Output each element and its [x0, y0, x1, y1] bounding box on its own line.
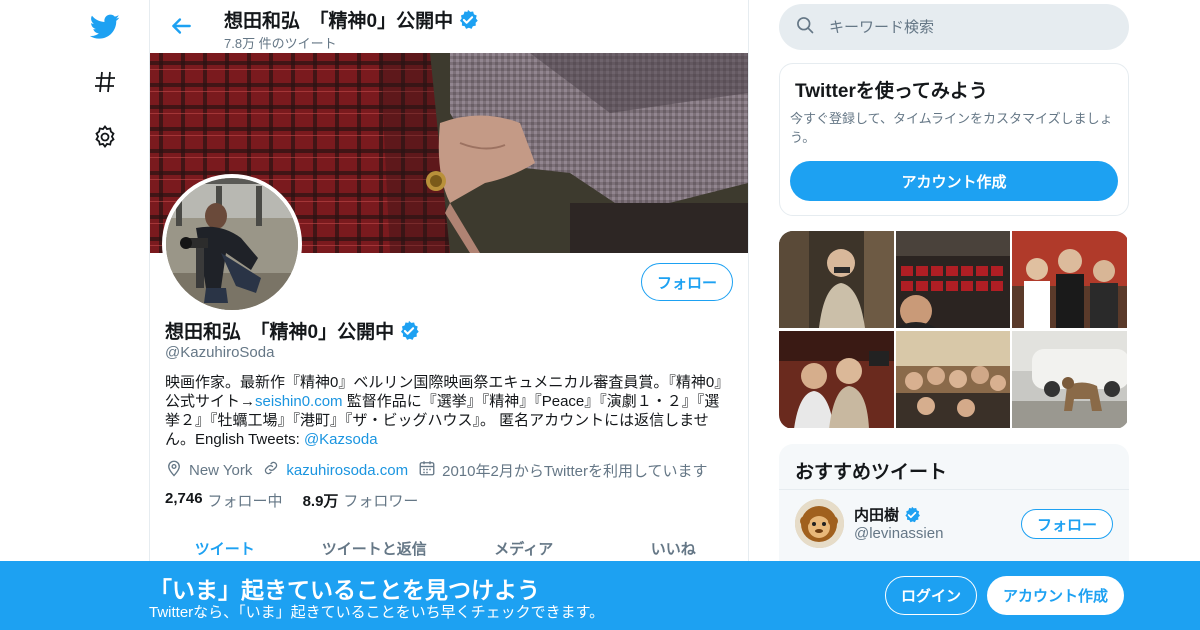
recommended-user-avatar[interactable] [795, 499, 844, 548]
create-account-button[interactable]: アカウント作成 [790, 161, 1118, 201]
tweet-count: 7.8万 件のツイート [224, 36, 337, 51]
recommended-follow-button[interactable]: フォロー [1021, 509, 1113, 539]
bottom-signup-bar: 「いま」起きていることを見つけよう Twitterなら、「いま」起きていることを… [0, 561, 1200, 630]
followers-label[interactable]: フォロワー [343, 490, 418, 511]
tab-likes[interactable]: いいね [599, 530, 749, 559]
location-text: New York [189, 461, 253, 479]
hashtag-icon[interactable] [90, 67, 120, 97]
bio-link-seishin0[interactable]: seishin0.com [255, 393, 343, 410]
verified-badge-icon [398, 320, 420, 342]
search-input[interactable] [829, 18, 1109, 36]
recommended-title: おすすめツイート [795, 462, 948, 483]
twitter-logo-icon[interactable] [90, 12, 120, 42]
media-thumbnail[interactable] [896, 231, 1011, 328]
following-label[interactable]: フォロー中 [208, 490, 283, 511]
bottom-headline: 「いま」起きていることを見つけよう [149, 577, 540, 603]
followers-count[interactable]: 8.9万 [303, 490, 339, 511]
media-thumbnail[interactable] [1012, 231, 1127, 328]
media-thumbnail[interactable] [779, 231, 894, 328]
website-item: kazuhirosoda.com [262, 459, 408, 481]
search-icon [795, 15, 815, 40]
login-button[interactable]: ログイン [885, 576, 977, 615]
bio-link-kazsoda[interactable]: @Kazsoda [304, 431, 378, 448]
verified-badge-icon [903, 506, 921, 524]
recommended-user-name-text: 内田樹 [854, 507, 900, 524]
signup-card-title: Twitterを使ってみよう [795, 81, 988, 102]
media-thumbnail[interactable] [779, 331, 894, 428]
profile-tabs: ツイート ツイートと返信 メディア いいね [150, 530, 748, 559]
profile-header-bar: 想田和弘 「精神0」公開中 7.8万 件のツイート [150, 0, 748, 53]
header-profile-name: 想田和弘 「精神0」公開中 [224, 6, 479, 33]
follow-button[interactable]: フォロー [641, 263, 733, 301]
website-link[interactable]: kazuhirosoda.com [286, 462, 408, 479]
search-box[interactable] [779, 4, 1129, 50]
joined-item: 2010年2月からTwitterを利用しています [418, 459, 708, 481]
profile-handle: @KazuhiroSoda [165, 344, 275, 361]
media-thumbnail[interactable] [1012, 331, 1127, 428]
recommended-user-name: 内田樹 [854, 504, 921, 525]
location-pin-icon [165, 459, 189, 481]
profile-column: 想田和弘 「精神0」公開中 7.8万 件のツイート フォロー 想田和弘 「精神0… [149, 0, 749, 630]
gear-icon[interactable] [90, 122, 120, 152]
link-icon [262, 459, 286, 481]
signup-card: Twitterを使ってみよう 今すぐ登録して、タイムラインをカスタマイズしましょ… [779, 63, 1129, 216]
profile-name-text: 想田和弘 「精神0」公開中 [165, 322, 395, 343]
location-item: New York [165, 459, 252, 481]
profile-name: 想田和弘 「精神0」公開中 [165, 317, 420, 344]
bottom-subtext: Twitterなら、「いま」起きていることをいち早くチェックできます。 [149, 604, 605, 621]
verified-badge-icon [457, 9, 479, 31]
header-name-text: 想田和弘 「精神0」公開中 [224, 11, 454, 32]
media-thumbnail-grid [779, 231, 1129, 429]
profile-avatar[interactable] [162, 174, 302, 314]
profile-meta: New York kazuhirosoda.com 2010年2月からTwitt… [165, 459, 745, 481]
profile-bio: 映画作家。最新作『精神0』ベルリン国際映画祭エキュメニカル審査員賞。『精神0』公… [165, 373, 731, 449]
signup-card-description: 今すぐ登録して、タイムラインをカスタマイズしましょう。 [790, 111, 1113, 145]
recommended-user-handle: @levinassien [854, 525, 944, 542]
calendar-icon [418, 459, 442, 481]
joined-date-text: 2010年2月からTwitterを利用しています [442, 462, 708, 480]
back-arrow-icon[interactable] [168, 13, 194, 39]
following-count[interactable]: 2,746 [165, 490, 203, 511]
tab-tweets-and-replies[interactable]: ツイートと返信 [300, 530, 450, 559]
follow-stats: 2,746 フォロー中 8.9万 フォロワー [165, 490, 438, 511]
media-thumbnail[interactable] [896, 331, 1011, 428]
tab-media[interactable]: メディア [449, 530, 599, 559]
tab-tweets[interactable]: ツイート [150, 530, 300, 559]
bottom-create-account-button[interactable]: アカウント作成 [987, 576, 1124, 615]
divider [779, 489, 1129, 490]
